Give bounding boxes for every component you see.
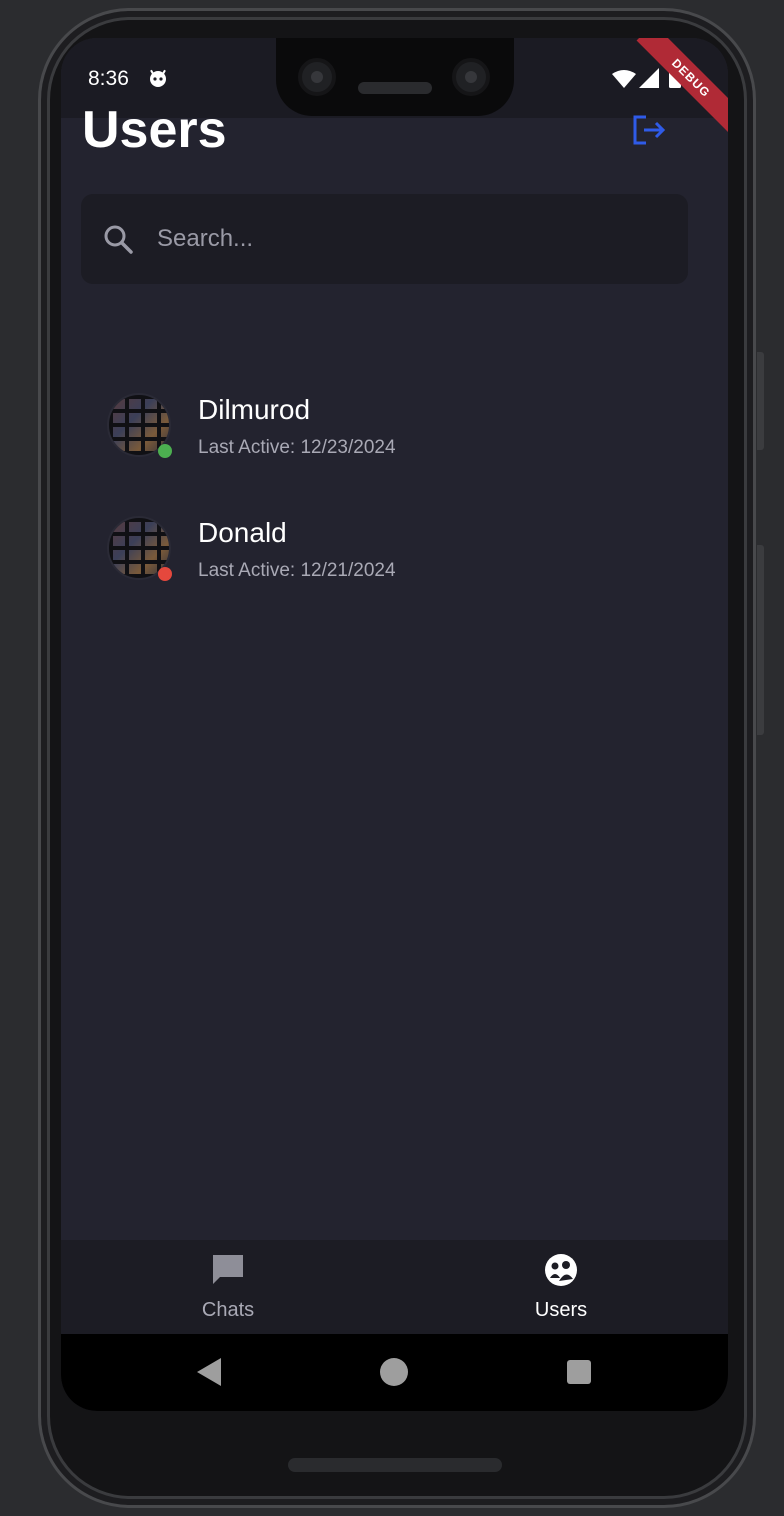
logout-icon[interactable]	[629, 110, 669, 150]
recents-icon[interactable]	[567, 1360, 591, 1384]
cell-signal-icon	[639, 68, 659, 88]
nav-tab-label: Chats	[201, 1299, 255, 1321]
notification-android-icon	[150, 69, 166, 87]
search-input[interactable]	[157, 214, 657, 264]
user-name: Donald	[198, 517, 287, 548]
search-icon	[104, 225, 133, 254]
app-screen: 8:36 DEBUG Users Search... Dilmurod Last…	[61, 38, 728, 1411]
user-name: Dilmurod	[198, 394, 311, 425]
status-time: 8:36	[88, 67, 129, 90]
volume-button	[757, 545, 764, 735]
bottom-speaker	[288, 1458, 502, 1472]
power-button	[757, 352, 764, 450]
search-box[interactable]	[81, 194, 688, 284]
back-icon[interactable]	[197, 1358, 221, 1386]
camera-notch	[276, 38, 514, 116]
earpiece-speaker	[358, 82, 432, 94]
front-camera	[452, 58, 490, 96]
page-title: Users	[82, 101, 227, 159]
wifi-icon	[612, 70, 636, 88]
nav-tab-chats[interactable]: Chats	[128, 1252, 328, 1322]
system-navigation-bar	[61, 1334, 728, 1411]
chat-bubble-icon	[213, 1255, 243, 1284]
bottom-navigation: Chats Users	[61, 1240, 728, 1334]
home-icon[interactable]	[380, 1358, 408, 1386]
users-icon	[545, 1254, 577, 1286]
user-list-item[interactable]: Donald Last Active: 12/21/2024	[61, 499, 728, 599]
user-last-active: Last Active: 12/21/2024	[198, 560, 396, 581]
user-last-active: Last Active: 12/23/2024	[198, 437, 396, 458]
online-status-dot	[158, 444, 172, 458]
offline-status-dot	[158, 567, 172, 581]
nav-tab-users[interactable]: Users	[461, 1252, 661, 1322]
user-list-item[interactable]: Dilmurod Last Active: 12/23/2024	[61, 376, 728, 476]
nav-tab-label: Users	[534, 1299, 588, 1321]
front-camera	[298, 58, 336, 96]
